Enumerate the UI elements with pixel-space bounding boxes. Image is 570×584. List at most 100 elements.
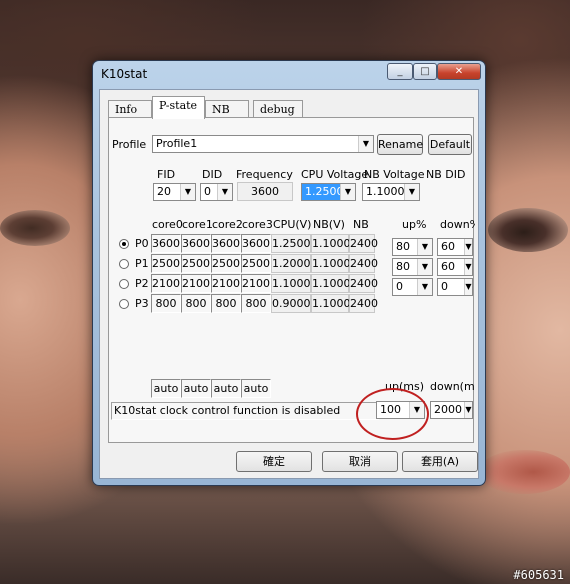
p2-core1[interactable]: 2100 — [181, 274, 211, 293]
p1-nb: 2400 — [349, 254, 378, 273]
title-bar[interactable]: K10stat _ □ ✕ — [93, 61, 485, 87]
maximize-button[interactable]: □ — [413, 63, 437, 80]
p1-core1[interactable]: 2500 — [181, 254, 211, 273]
p3-cpu-v: 0.9000 — [271, 294, 311, 313]
did-value: 0 — [204, 185, 211, 198]
background-photo-eye-right — [488, 208, 568, 252]
p2-cpu-v: 1.1000 — [271, 274, 311, 293]
tab-debug[interactable]: debug — [253, 100, 303, 118]
p3-core2[interactable]: 800 — [211, 294, 241, 313]
p1-cpu-v: 1.2000 — [271, 254, 311, 273]
fid-select[interactable]: 20 ▼ — [153, 183, 196, 201]
p2-up-value: 80 — [396, 260, 410, 273]
cpu-voltage-header: CPU Voltage — [301, 168, 369, 181]
p1-core0[interactable]: 2500 — [151, 254, 181, 273]
down-ms-label: down(ms — [430, 380, 475, 393]
rename-button[interactable]: Rename — [377, 134, 423, 155]
did-select[interactable]: 0 ▼ — [200, 183, 233, 201]
background-photo-lips — [478, 450, 570, 494]
auto-core0[interactable]: auto — [151, 379, 181, 398]
p2-nb-v: 1.1000 — [311, 274, 351, 293]
window-title: K10stat — [101, 67, 148, 81]
profile-select-value: Profile1 — [156, 137, 198, 150]
background-photo-eye-left — [0, 210, 70, 246]
chevron-down-icon: ▼ — [217, 184, 232, 200]
p3-up-select[interactable]: 0 ▼ — [392, 278, 433, 296]
p0-core0[interactable]: 3600 — [151, 234, 181, 253]
cpu-voltage-value: 1.2500 — [305, 185, 344, 198]
auto-core3[interactable]: auto — [241, 379, 271, 398]
p3-core1[interactable]: 800 — [181, 294, 211, 313]
tab-info[interactable]: Info — [108, 100, 152, 118]
fid-value: 20 — [157, 185, 171, 198]
p0-radio[interactable] — [119, 239, 129, 249]
p2-radio[interactable] — [119, 279, 129, 289]
cancel-button[interactable]: 取消 — [322, 451, 398, 472]
p1-radio[interactable] — [119, 259, 129, 269]
p1-up-value: 80 — [396, 240, 410, 253]
p2-core2[interactable]: 2100 — [211, 274, 241, 293]
p2-core3[interactable]: 2100 — [241, 274, 271, 293]
p2-label: P2 — [135, 277, 149, 290]
p3-label: P3 — [135, 297, 149, 310]
p2-core0[interactable]: 2100 — [151, 274, 181, 293]
p2-down-value: 60 — [441, 260, 455, 273]
p0-core2[interactable]: 3600 — [211, 234, 241, 253]
p2-up-select[interactable]: 80 ▼ — [392, 258, 433, 276]
p3-nb-v: 1.1000 — [311, 294, 351, 313]
p3-core3[interactable]: 800 — [241, 294, 271, 313]
profile-label: Profile — [112, 138, 147, 151]
p0-core1[interactable]: 3600 — [181, 234, 211, 253]
apply-button[interactable]: 套用(A) — [402, 451, 478, 472]
p3-radio[interactable] — [119, 299, 129, 309]
auto-core2[interactable]: auto — [211, 379, 241, 398]
chevron-down-icon: ▼ — [404, 184, 419, 200]
p3-down-value: 0 — [441, 280, 448, 293]
chevron-down-icon: ▼ — [417, 259, 432, 275]
up-percent-header: up% — [402, 218, 427, 231]
cpu-v-header: CPU(V) — [273, 218, 312, 231]
watermark: #605631 — [513, 568, 564, 582]
nb-v-header: NB(V) — [313, 218, 345, 231]
red-annotation-circle — [356, 388, 429, 440]
p1-down-select[interactable]: 60 ▼ — [437, 238, 473, 256]
p1-label: P1 — [135, 257, 149, 270]
tab-nb[interactable]: NB — [205, 100, 249, 118]
chevron-down-icon: ▼ — [464, 402, 472, 418]
p3-core0[interactable]: 800 — [151, 294, 181, 313]
close-button[interactable]: ✕ — [437, 63, 481, 80]
core1-header: core1 — [182, 218, 213, 231]
p3-down-select[interactable]: 0 ▼ — [437, 278, 473, 296]
p1-up-select[interactable]: 80 ▼ — [392, 238, 433, 256]
p1-core2[interactable]: 2500 — [211, 254, 241, 273]
p0-label: P0 — [135, 237, 149, 250]
core0-header: core0 — [152, 218, 183, 231]
p2-nb: 2400 — [349, 274, 378, 293]
tab-p-state[interactable]: P-state — [152, 96, 205, 119]
status-bar: K10stat clock control function is disabl… — [111, 402, 379, 420]
default-button[interactable]: Default — [428, 134, 472, 155]
profile-select[interactable]: Profile1 ▼ — [152, 135, 374, 153]
down-ms-select[interactable]: 2000 ▼ — [430, 401, 473, 419]
down-percent-header: down% — [440, 218, 475, 231]
nb-voltage-header: NB Voltage — [364, 168, 425, 181]
nb-voltage-value: 1.1000 — [366, 185, 405, 198]
auto-core1[interactable]: auto — [181, 379, 211, 398]
did-header: DID — [202, 168, 223, 181]
minimize-button[interactable]: _ — [387, 63, 413, 80]
chevron-down-icon: ▼ — [340, 184, 355, 200]
nb-voltage-select[interactable]: 1.1000 ▼ — [362, 183, 420, 201]
ok-button[interactable]: 確定 — [236, 451, 312, 472]
core2-header: core2 — [212, 218, 243, 231]
chevron-down-icon: ▼ — [464, 259, 472, 275]
p1-down-value: 60 — [441, 240, 455, 253]
chevron-down-icon: ▼ — [464, 279, 472, 295]
chevron-down-icon: ▼ — [464, 239, 472, 255]
frequency-value: 3600 — [237, 182, 293, 201]
cpu-voltage-select[interactable]: 1.2500 ▼ — [301, 183, 356, 201]
p1-core3[interactable]: 2500 — [241, 254, 271, 273]
p2-down-select[interactable]: 60 ▼ — [437, 258, 473, 276]
nb-header: NB — [353, 218, 369, 231]
p0-core3[interactable]: 3600 — [241, 234, 271, 253]
down-ms-value: 2000 — [434, 403, 462, 416]
